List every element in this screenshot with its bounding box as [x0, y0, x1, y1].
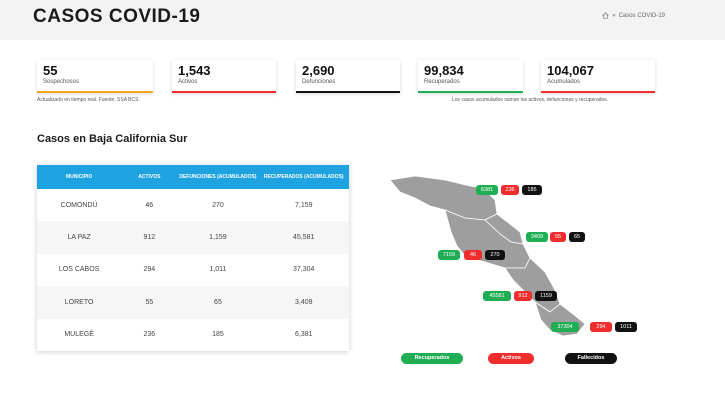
cell-recuperados: 45,581 [293, 234, 315, 242]
cell-recuperados: 6,381 [294, 331, 313, 339]
map-tag-loscabos-activos: 294 [590, 322, 612, 332]
stat-value: 104,067 [547, 63, 594, 78]
stat-label: Defunciones [302, 79, 336, 85]
stat-value: 1,543 [178, 63, 211, 78]
cell-defunciones: 185 [212, 331, 224, 339]
map-tag-comondu-recuperados: 7159 [438, 250, 460, 260]
cell-activos: 294 [143, 266, 156, 274]
municipios-table: MUNICIPIO ACTIVOS DEFUNCIONES (ACUMULADO… [37, 165, 349, 351]
legend-recuperados[interactable]: Recuperados [401, 353, 463, 364]
legend-fallecidos[interactable]: Fallecidos [565, 353, 617, 364]
cell-recuperados: 7,159 [294, 201, 313, 209]
breadcrumb-current: Casos COVID-19 [618, 12, 665, 19]
map-tag-mulege-fallecidos: 185 [522, 185, 542, 195]
breadcrumb: » Casos COVID-19 [602, 12, 665, 19]
col-header-defunciones: DEFUNCIONES (ACUMULADOS) [179, 173, 257, 180]
stat-card-sospechosos: 55 Sospechosos [37, 60, 153, 93]
breadcrumb-separator: » [612, 12, 616, 19]
stat-bar [172, 91, 276, 93]
stat-bar [37, 91, 153, 93]
cell-activos: 236 [143, 331, 156, 339]
table-row: LORETO 55 65 3,409 [37, 286, 349, 319]
update-note: Actualizado en tiempo real. Fuente: SSA … [37, 97, 140, 103]
map-tag-loreto-recuperados: 3409 [526, 232, 548, 242]
stat-label: Activos [178, 79, 198, 85]
stat-value: 55 [43, 63, 58, 78]
map-tag-loreto-activos: 55 [550, 232, 566, 242]
map-tag-lapaz-activos: 912 [514, 291, 532, 301]
map-tag-mulege-activos: 236 [501, 185, 519, 195]
stat-label: Acumulados [547, 79, 581, 85]
stat-card-acumulados: 104,067 Acumulados [541, 60, 655, 93]
cell-recuperados: 3,409 [294, 298, 313, 306]
table-row: MULEGÉ 236 185 6,381 [37, 319, 349, 351]
map-tag-lapaz-recuperados: 45581 [483, 291, 511, 301]
col-header-municipio: MUNICIPIO [65, 173, 93, 180]
legend-activos[interactable]: Activos [488, 353, 534, 364]
cell-defunciones: 65 [214, 298, 222, 306]
cell-municipio: MULEGÉ [64, 331, 94, 339]
stat-bar [418, 91, 523, 93]
map-mulege[interactable] [389, 175, 498, 221]
stat-card-defunciones: 2,690 Defunciones [296, 60, 400, 93]
stat-label: Recuperados [424, 79, 460, 85]
map-tag-loreto-fallecidos: 65 [569, 232, 585, 242]
cell-defunciones: 1,011 [209, 266, 227, 274]
table-row: LOS CABOS 294 1,011 37,304 [37, 254, 349, 286]
table-row: LA PAZ 912 1,159 45,581 [37, 221, 349, 254]
col-header-activos: ACTIVOS [138, 173, 161, 180]
cell-activos: 912 [143, 234, 156, 242]
stat-card-recuperados: 99,834 Recuperados [418, 60, 523, 93]
home-icon[interactable] [602, 12, 609, 19]
cell-activos: 55 [145, 298, 154, 306]
cell-defunciones: 270 [212, 201, 224, 209]
col-header-recuperados: RECUPERADOS (ACUMULADOS) [263, 173, 344, 180]
cell-recuperados: 37,304 [293, 266, 315, 274]
map-tag-lapaz-fallecidos: 1159 [535, 291, 557, 301]
map-tag-loscabos-recuperados: 37304 [551, 322, 579, 332]
cell-municipio: COMONDÚ [60, 201, 98, 209]
section-title: Casos en Baja California Sur [37, 133, 188, 145]
stat-bar [296, 91, 400, 93]
map-tag-loscabos-fallecidos: 1011 [615, 322, 637, 332]
stat-label: Sospechosos [43, 79, 80, 85]
stat-card-activos: 1,543 Activos [172, 60, 276, 93]
map-tag-comondu-fallecidos: 270 [485, 250, 505, 260]
stat-value: 99,834 [424, 63, 464, 78]
baja-california-sur-map [389, 175, 586, 337]
page-title: CASOS COVID-19 [33, 6, 201, 27]
cell-municipio: LORETO [64, 298, 94, 306]
stat-value: 2,690 [302, 63, 335, 78]
cell-municipio: LA PAZ [67, 234, 91, 242]
page-header: CASOS COVID-19 » Casos COVID-19 [0, 0, 725, 40]
cell-activos: 46 [145, 201, 154, 209]
acumulados-note: Los casos acumulados suman los activos, … [452, 97, 609, 103]
cell-municipio: LOS CABOS [58, 266, 100, 274]
table-header-row: MUNICIPIO ACTIVOS DEFUNCIONES (ACUMULADO… [37, 165, 349, 189]
table-row: COMONDÚ 46 270 7,159 [37, 189, 349, 221]
map-tag-mulege-recuperados: 6381 [476, 185, 498, 195]
cell-defunciones: 1,159 [209, 234, 227, 242]
stat-bar [541, 91, 655, 93]
map-tag-comondu-activos: 46 [464, 250, 482, 260]
